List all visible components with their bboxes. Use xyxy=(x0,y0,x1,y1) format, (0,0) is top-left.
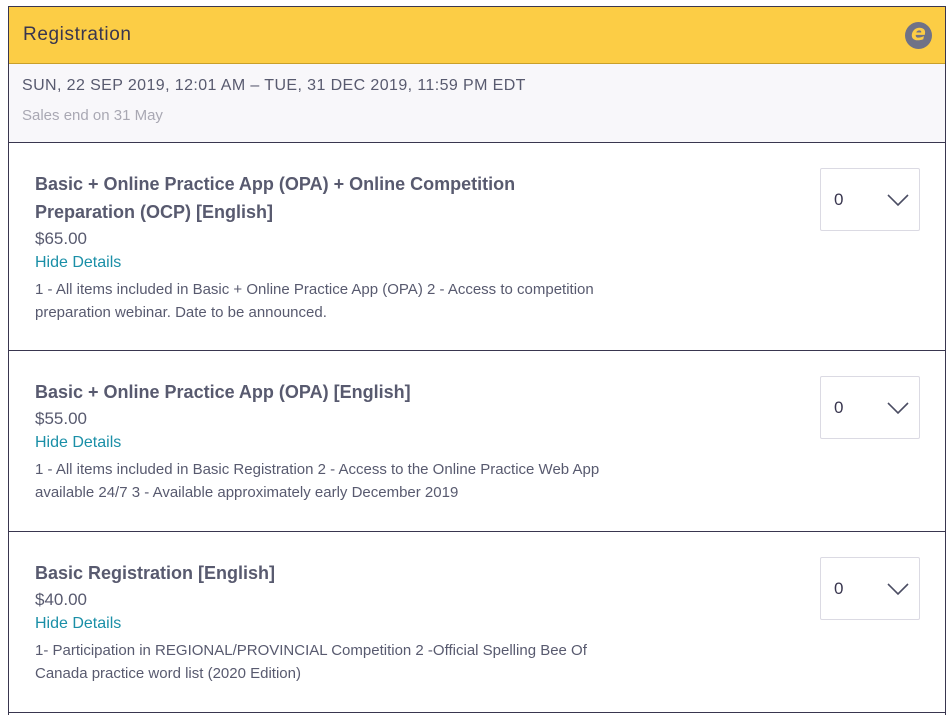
chevron-down-icon xyxy=(887,582,909,595)
ticket-name: Basic + Online Practice App (OPA) [Engli… xyxy=(35,382,411,402)
ticket-description: 1 - All items included in Basic + Online… xyxy=(35,281,594,321)
date-range: SUN, 22 SEP 2019, 12:01 AM – TUE, 31 DEC… xyxy=(22,77,526,94)
ticket-name: Basic Registration [English] xyxy=(35,563,276,583)
hide-details-link[interactable]: Hide Details xyxy=(35,252,121,274)
ticket-price: $55.00 xyxy=(35,409,87,428)
chevron-down-icon xyxy=(887,401,909,414)
quantity-select[interactable]: 0 xyxy=(820,168,920,231)
ticket-item: Basic + Online Practice App (OPA) + Onli… xyxy=(9,143,945,351)
registration-header: Registration e xyxy=(9,7,945,64)
chevron-down-icon xyxy=(887,193,909,206)
ticket-item: Basic Registration [English] $40.00 Hide… xyxy=(9,532,945,713)
quantity-value: 0 xyxy=(834,397,844,417)
hide-details-link[interactable]: Hide Details xyxy=(35,613,121,635)
ticket-name: Basic + Online Practice App (OPA) + Onli… xyxy=(35,174,516,222)
quantity-select[interactable]: 0 xyxy=(820,557,920,620)
quantity-value: 0 xyxy=(834,578,844,598)
quantity-value: 0 xyxy=(834,189,844,209)
ticket-description: 1- Participation in REGIONAL/PROVINCIAL … xyxy=(35,642,587,682)
registration-panel: Registration e SUN, 22 SEP 2019, 12:01 A… xyxy=(8,6,946,715)
ticket-description: 1 - All items included in Basic Registra… xyxy=(35,461,600,501)
event-dates: SUN, 22 SEP 2019, 12:01 AM – TUE, 31 DEC… xyxy=(9,64,945,143)
sales-end-note: Sales end on 31 May xyxy=(22,107,163,124)
eventbrite-e-icon: e xyxy=(905,20,932,49)
header-title: Registration xyxy=(23,24,132,45)
brand-letter: e xyxy=(911,20,926,46)
quantity-select[interactable]: 0 xyxy=(820,376,920,439)
ticket-price: $40.00 xyxy=(35,590,87,609)
ticket-price: $65.00 xyxy=(35,229,87,248)
ticket-item: Basic + Online Practice App (OPA) [Engli… xyxy=(9,351,945,532)
hide-details-link[interactable]: Hide Details xyxy=(35,432,121,454)
